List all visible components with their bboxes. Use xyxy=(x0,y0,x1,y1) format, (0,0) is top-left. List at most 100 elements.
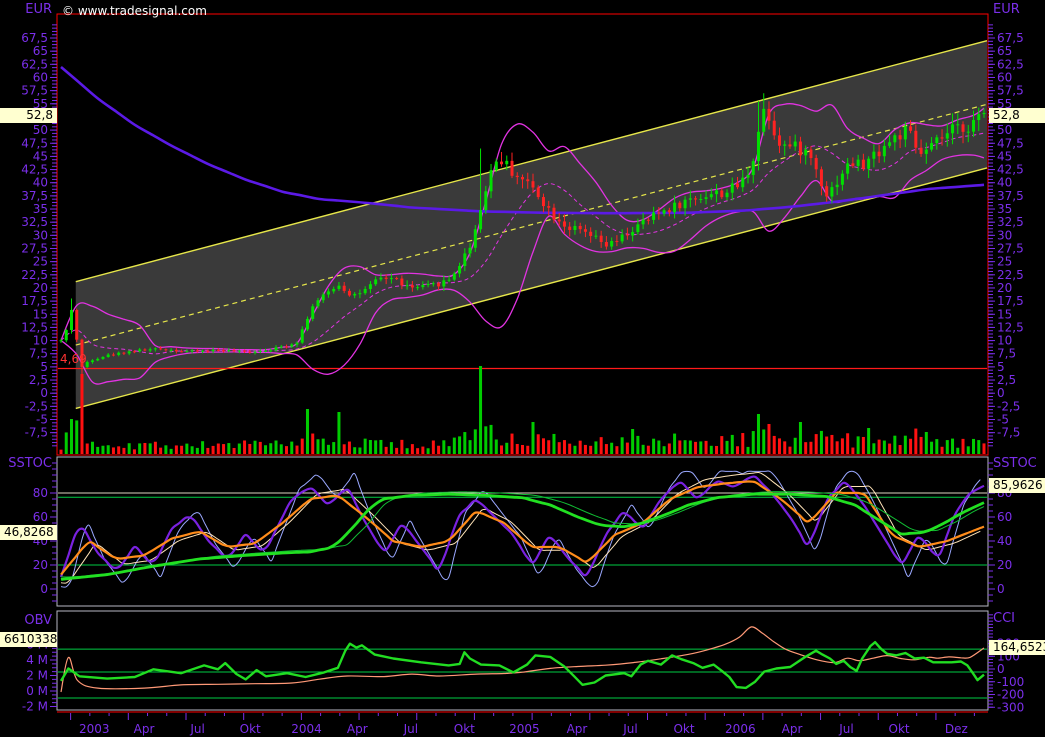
axis-tick-label: 45 xyxy=(33,149,48,163)
axis-tick-label: 12,5 xyxy=(21,320,48,334)
axis-tick-label: 50 xyxy=(33,123,48,137)
axis-tick-label: 37,5 xyxy=(21,189,48,203)
axis-tick-label: 60 xyxy=(997,70,1012,84)
axis-tick-label: 22,5 xyxy=(997,268,1024,282)
axis-tick-label: 30 xyxy=(997,228,1012,242)
last-price-box-right: 52,8 xyxy=(989,108,1045,123)
last-price-box-left: 52,8 xyxy=(0,108,57,123)
axis-tick-label: 42,5 xyxy=(21,163,48,177)
time-axis-label: 2003 xyxy=(79,722,110,736)
time-axis-label: Apr xyxy=(134,722,155,736)
sstoc-axis-label-left: SSTOC xyxy=(8,456,52,471)
time-axis-label: Jul xyxy=(622,722,637,736)
axis-tick-label: 5 xyxy=(40,360,48,374)
axis-tick-label: 60 xyxy=(33,70,48,84)
time-axis-label: 2006 xyxy=(725,722,756,736)
axis-tick-label: 20 xyxy=(997,558,1012,572)
axis-tick-label: 12,5 xyxy=(997,320,1024,334)
time-axis-label: Jul xyxy=(189,722,204,736)
axis-tick-label: 0 xyxy=(40,386,48,400)
axis-tick-label: -2,5 xyxy=(997,399,1020,413)
cci-line xyxy=(60,626,985,693)
axis-tick-label: 47,5 xyxy=(21,136,48,150)
axis-tick-label: -7,5 xyxy=(997,426,1020,440)
sstoc-axis-label-right: SSTOC xyxy=(993,456,1037,471)
time-axis-label: Okt xyxy=(454,722,475,736)
axis-tick-label: 7,5 xyxy=(29,347,48,361)
axis-tick-label: 10 xyxy=(33,334,48,348)
tradesignal-chart-window: 67,567,5656562,562,5606057,557,5555552,5… xyxy=(0,0,1045,737)
time-axis-label: Jul xyxy=(403,722,418,736)
axis-tick-label: 67,5 xyxy=(997,31,1024,45)
axis-tick-label: 60 xyxy=(33,510,48,524)
axis-tick-label: 62,5 xyxy=(997,57,1024,71)
axis-tick-label: 60 xyxy=(997,510,1012,524)
axis-tick-label: 25 xyxy=(997,255,1012,269)
axis-tick-label: 17,5 xyxy=(997,294,1024,308)
axis-tick-label: 35 xyxy=(33,202,48,216)
axis-tick-label: -7,5 xyxy=(25,426,48,440)
axis-tick-label: 80 xyxy=(33,486,48,500)
stochastic-fast-line xyxy=(59,475,985,578)
axis-tick-label: -5 xyxy=(36,413,48,427)
time-axis-label: Okt xyxy=(889,722,910,736)
sstoc-panel xyxy=(56,456,989,607)
axis-tick-label: 15 xyxy=(997,307,1012,321)
axis-tick-label: 65 xyxy=(33,44,48,58)
axis-tick-label: 27,5 xyxy=(21,241,48,255)
time-axis-label: Apr xyxy=(347,722,368,736)
axis-tick-label: 47,5 xyxy=(997,136,1024,150)
axis-tick-label: 4 M xyxy=(26,653,48,667)
time-axis-label: Dez xyxy=(945,722,968,736)
axis-tick-label: 45 xyxy=(997,149,1012,163)
main-price-panel xyxy=(56,13,989,456)
axis-tick-label: 57,5 xyxy=(997,84,1024,98)
cci-value-box: 164,6523 xyxy=(989,640,1045,655)
time-axis: 2003 Apr Jul Okt 2004 Apr Jul Okt 2005 Apr Jul Okt 2… xyxy=(57,711,988,736)
axis-tick-label: 40 xyxy=(33,176,48,190)
axis-tick-label: 40 xyxy=(997,176,1012,190)
axis-tick-label: 2,5 xyxy=(997,373,1016,387)
level-line-label: 4,69 xyxy=(60,352,87,366)
volume-bars xyxy=(59,366,986,454)
stochastic-smoothed-green-line xyxy=(60,492,985,581)
axis-tick-label: 25 xyxy=(33,255,48,269)
axis-tick-label: 2,5 xyxy=(29,373,48,387)
axis-tick-label: 0 xyxy=(997,386,1005,400)
obv-axis-label: OBV xyxy=(24,613,52,628)
axis-tick-label: 0 xyxy=(997,582,1005,596)
axis-tick-label: 42,5 xyxy=(997,163,1024,177)
axis-tick-label: 35 xyxy=(997,202,1012,216)
axis-tick-label: 40 xyxy=(997,534,1012,548)
axis-tick-label: 20 xyxy=(33,281,48,295)
axis-tick-label: -300 xyxy=(997,700,1024,714)
axis-tick-label: 20 xyxy=(33,558,48,572)
axis-tick-label: -5 xyxy=(997,413,1009,427)
axis-tick-label: 50 xyxy=(997,123,1012,137)
axis-tick-label: 62,5 xyxy=(21,57,48,71)
time-axis-label: Apr xyxy=(782,722,803,736)
axis-tick-label: 15 xyxy=(33,307,48,321)
cci-axis-label: CCI xyxy=(993,611,1015,626)
sstoc-value-box-left: 46,8268 xyxy=(0,525,57,540)
copyright-text: © www.tradesignal.com xyxy=(62,4,207,18)
time-axis-label: 2005 xyxy=(509,722,540,736)
price-axis-label-right: EUR xyxy=(993,2,1020,17)
time-axis-label: Okt xyxy=(240,722,261,736)
axis-tick-label: 57,5 xyxy=(21,84,48,98)
obv-value-box: 6610338 xyxy=(0,632,57,647)
axis-tick-label: 27,5 xyxy=(997,241,1024,255)
axis-tick-label: -2 M xyxy=(22,700,48,714)
obv-panel-frame xyxy=(56,610,989,711)
chart-canvas[interactable]: 67,567,5656562,562,5606057,557,5555552,5… xyxy=(0,0,1045,737)
axis-tick-label: 20 xyxy=(997,281,1012,295)
obv-panel xyxy=(56,610,989,711)
axis-tick-label: 0 M xyxy=(26,684,48,698)
axis-tick-label: 2 M xyxy=(26,669,48,683)
time-axis-label: Apr xyxy=(567,722,588,736)
time-axis-label: Jul xyxy=(838,722,853,736)
axis-tick-label: -2,5 xyxy=(25,399,48,413)
axis-tick-label: 7,5 xyxy=(997,347,1016,361)
axis-tick-label: 37,5 xyxy=(997,189,1024,203)
axis-tick-label: 22,5 xyxy=(21,268,48,282)
